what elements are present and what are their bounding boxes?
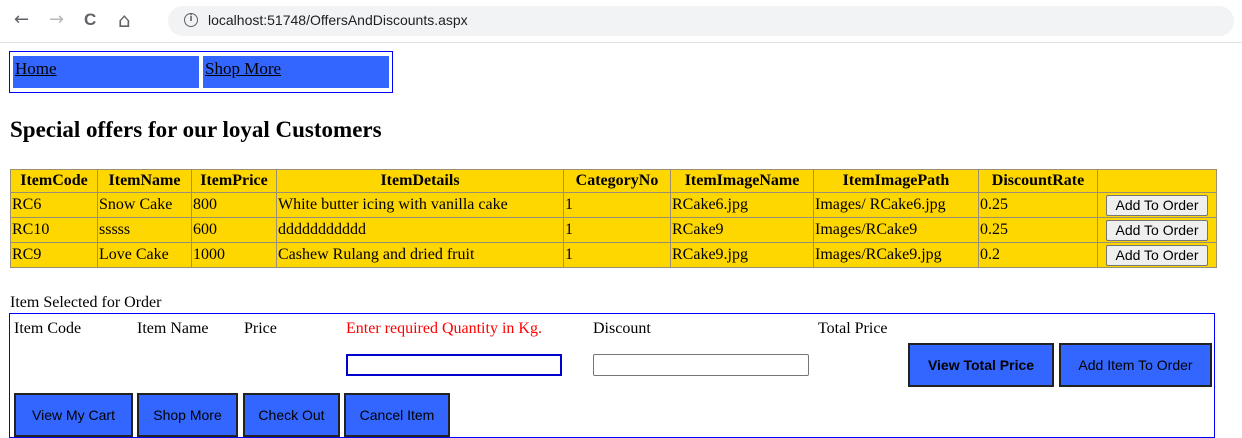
- cell-discount-rate: 0.2: [978, 242, 1098, 268]
- cell-item-details: ddddddddddd: [276, 217, 564, 243]
- cell-discount-rate: 0.25: [978, 192, 1098, 218]
- address-bar[interactable]: i localhost:51748/OffersAndDiscounts.asp…: [168, 6, 1234, 36]
- column-header: ItemImagePath: [813, 169, 979, 193]
- back-arrow-icon[interactable]: ←: [14, 8, 29, 32]
- total-price-label: Total Price: [818, 320, 888, 337]
- view-my-cart-button[interactable]: View My Cart: [14, 393, 133, 437]
- check-out-button[interactable]: Check Out: [243, 393, 340, 437]
- quantity-label: Enter required Quantity in Kg.: [346, 320, 542, 337]
- add-to-order-button[interactable]: Add To Order: [1106, 244, 1208, 266]
- column-header: ItemPrice: [191, 169, 277, 193]
- item-code-label: Item Code: [14, 320, 82, 337]
- cell-image-path: Images/ RCake6.jpg: [813, 192, 979, 218]
- cell-category-no: 1: [563, 242, 671, 268]
- cancel-item-button[interactable]: Cancel Item: [344, 393, 450, 437]
- top-menu: Home Shop More: [9, 51, 393, 93]
- cell-item-name: sssss: [97, 217, 192, 243]
- cell-category-no: 1: [563, 217, 671, 243]
- forward-arrow-icon[interactable]: →: [49, 8, 64, 32]
- column-header: DiscountRate: [978, 169, 1098, 193]
- order-panel: Item Code Item Name Price Enter required…: [9, 313, 1215, 438]
- cell-action: Add To Order: [1097, 192, 1217, 218]
- column-header: ItemName: [97, 169, 192, 193]
- quantity-input[interactable]: [346, 354, 562, 376]
- add-item-to-order-button[interactable]: Add Item To Order: [1059, 343, 1212, 387]
- home-link[interactable]: Home: [15, 59, 57, 79]
- column-header: CategoryNo: [563, 169, 671, 193]
- column-header: ItemDetails: [276, 169, 564, 193]
- cell-image-name: RCake9: [670, 217, 814, 243]
- cell-action: Add To Order: [1097, 242, 1217, 268]
- add-to-order-button[interactable]: Add To Order: [1106, 219, 1208, 241]
- column-header: ItemCode: [10, 169, 98, 193]
- discount-label: Discount: [593, 320, 651, 337]
- cell-item-details: Cashew Rulang and dried fruit: [276, 242, 564, 268]
- offers-table: ItemCode ItemName ItemPrice ItemDetails …: [10, 169, 1217, 268]
- browser-toolbar: ← → C ⌂ i localhost:51748/OffersAndDisco…: [0, 0, 1242, 43]
- cell-item-price: 600: [191, 217, 277, 243]
- table-header-row: ItemCode ItemName ItemPrice ItemDetails …: [10, 169, 1217, 193]
- table-row: RC6 Snow Cake 800 White butter icing wit…: [10, 192, 1217, 218]
- view-total-price-button[interactable]: View Total Price: [908, 343, 1054, 387]
- item-name-label: Item Name: [137, 320, 209, 337]
- cell-item-code: RC10: [10, 217, 98, 243]
- cell-item-code: RC9: [10, 242, 98, 268]
- discount-input[interactable]: [593, 354, 809, 376]
- menu-item-shop-more[interactable]: Shop More: [203, 56, 389, 88]
- cell-item-name: Love Cake: [97, 242, 192, 268]
- table-row: RC10 sssss 600 ddddddddddd 1 RCake9 Imag…: [10, 217, 1217, 243]
- column-header: [1097, 169, 1217, 193]
- shop-more-button[interactable]: Shop More: [137, 393, 238, 437]
- column-header: ItemImageName: [670, 169, 814, 193]
- home-icon[interactable]: ⌂: [118, 8, 131, 32]
- page-title: Special offers for our loyal Customers: [10, 117, 382, 142]
- cell-item-details: White butter icing with vanilla cake: [276, 192, 564, 218]
- add-to-order-button[interactable]: Add To Order: [1106, 194, 1208, 216]
- menu-item-home[interactable]: Home: [13, 56, 199, 88]
- reload-icon[interactable]: C: [84, 8, 96, 32]
- cell-item-price: 800: [191, 192, 277, 218]
- cell-image-path: Images/RCake9: [813, 217, 979, 243]
- cell-category-no: 1: [563, 192, 671, 218]
- order-section-label: Item Selected for Order: [10, 294, 162, 311]
- cell-image-name: RCake9.jpg: [670, 242, 814, 268]
- info-icon[interactable]: i: [184, 13, 198, 27]
- cell-item-code: RC6: [10, 192, 98, 218]
- cell-item-price: 1000: [191, 242, 277, 268]
- cell-action: Add To Order: [1097, 217, 1217, 243]
- table-row: RC9 Love Cake 1000 Cashew Rulang and dri…: [10, 242, 1217, 268]
- cell-image-path: Images/RCake9.jpg: [813, 242, 979, 268]
- shop-more-link[interactable]: Shop More: [205, 59, 281, 79]
- cell-discount-rate: 0.25: [978, 217, 1098, 243]
- price-label: Price: [244, 320, 277, 337]
- url-text[interactable]: localhost:51748/OffersAndDiscounts.aspx: [208, 12, 468, 28]
- cell-item-name: Snow Cake: [97, 192, 192, 218]
- cell-image-name: RCake6.jpg: [670, 192, 814, 218]
